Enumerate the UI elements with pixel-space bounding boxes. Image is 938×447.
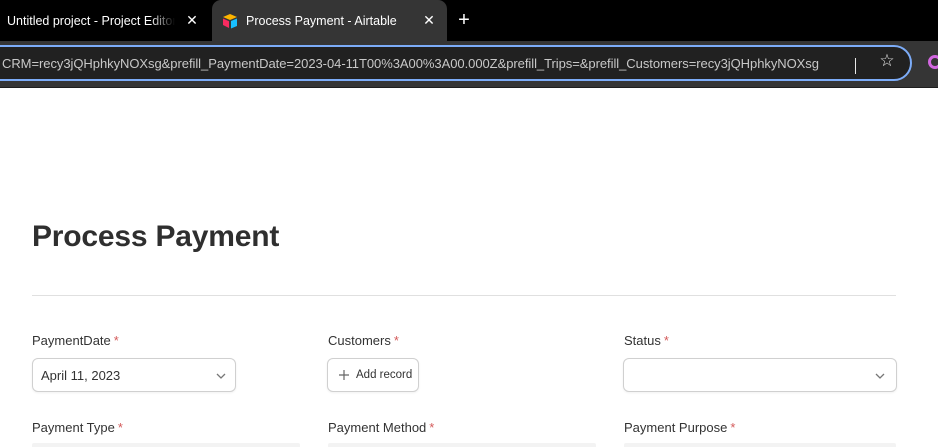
title-divider xyxy=(32,295,896,296)
required-marker: * xyxy=(663,333,669,348)
payment-method-select[interactable] xyxy=(328,443,596,447)
chevron-down-icon xyxy=(875,373,885,379)
status-label: Status * xyxy=(624,333,669,348)
bookmark-star-icon[interactable]: ☆ xyxy=(878,52,896,70)
browser-tab-strip: Untitled project - Project Editor ✕ Proc… xyxy=(0,0,938,41)
airtable-logo-icon xyxy=(223,13,237,28)
label-text: PaymentDate xyxy=(32,333,111,348)
url-text[interactable]: CRM=recy3jQHphkyNOXsg&prefill_PaymentDat… xyxy=(2,56,858,71)
payment-date-label: PaymentDate * xyxy=(32,333,119,348)
payment-type-label: Payment Type * xyxy=(32,420,123,435)
label-text: Payment Method xyxy=(328,420,427,435)
payment-type-select[interactable] xyxy=(32,443,300,447)
payment-method-label: Payment Method * xyxy=(328,420,434,435)
required-marker: * xyxy=(117,420,123,435)
close-icon[interactable]: ✕ xyxy=(421,12,437,28)
chevron-down-icon xyxy=(216,373,226,379)
payment-date-value: April 11, 2023 xyxy=(41,368,121,383)
status-select[interactable] xyxy=(623,358,897,392)
payment-purpose-select[interactable] xyxy=(624,443,896,447)
text-caret xyxy=(855,58,856,74)
close-icon[interactable]: ✕ xyxy=(184,12,200,28)
label-text: Payment Purpose xyxy=(624,420,728,435)
add-record-button[interactable]: Add record xyxy=(327,358,419,392)
tab-title: Untitled project - Project Editor xyxy=(7,13,175,28)
tab-title: Process Payment - Airtable xyxy=(246,13,397,28)
required-marker: * xyxy=(730,420,736,435)
customers-label: Customers * xyxy=(328,333,399,348)
new-tab-button[interactable]: + xyxy=(455,10,473,30)
plus-icon xyxy=(339,370,349,380)
extension-icon[interactable] xyxy=(928,55,938,69)
label-text: Customers xyxy=(328,333,391,348)
add-record-label: Add record xyxy=(356,369,413,381)
required-marker: * xyxy=(429,420,435,435)
required-marker: * xyxy=(393,333,399,348)
form-title: Process Payment xyxy=(32,220,280,253)
tab-project-editor[interactable]: Untitled project - Project Editor ✕ xyxy=(0,0,212,41)
label-text: Payment Type xyxy=(32,420,115,435)
label-text: Status xyxy=(624,333,661,348)
page-content: Process Payment PaymentDate * Customers * … xyxy=(0,89,938,447)
payment-purpose-label: Payment Purpose * xyxy=(624,420,735,435)
tab-process-payment[interactable]: Process Payment - Airtable ✕ xyxy=(212,0,447,41)
address-bar[interactable]: CRM=recy3jQHphkyNOXsg&prefill_PaymentDat… xyxy=(0,45,912,81)
payment-date-picker[interactable]: April 11, 2023 xyxy=(32,358,236,392)
browser-toolbar: CRM=recy3jQHphkyNOXsg&prefill_PaymentDat… xyxy=(0,41,938,88)
required-marker: * xyxy=(113,333,119,348)
